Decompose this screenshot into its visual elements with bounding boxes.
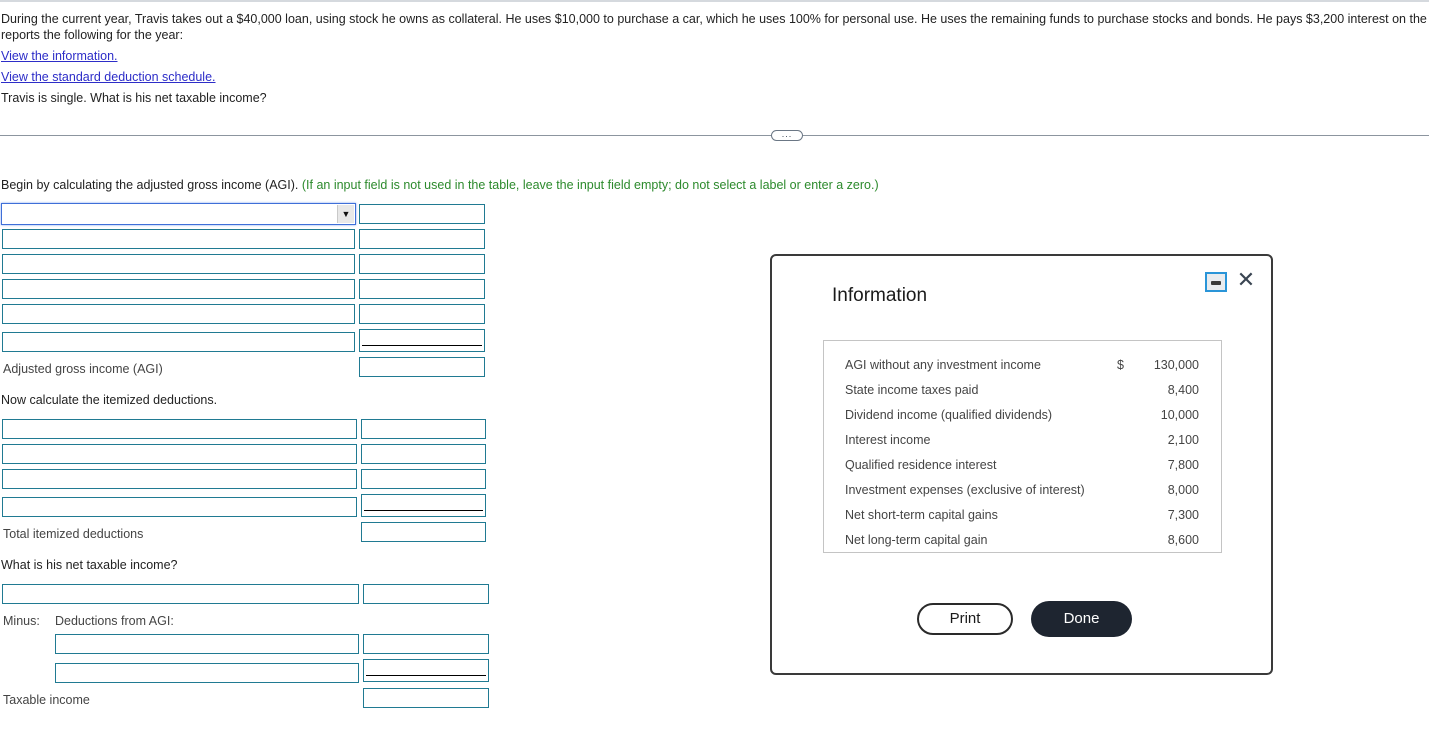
info-row-label: AGI without any investment income: [845, 358, 1041, 372]
done-button[interactable]: Done: [1031, 601, 1132, 637]
info-row-label: Dividend income (qualified dividends): [845, 408, 1053, 422]
question-text: Travis is single. What is his net taxabl…: [1, 91, 267, 105]
taxable-label-input-1[interactable]: [2, 584, 359, 604]
info-row-value: 8,400: [1167, 383, 1199, 397]
dialog-title: Information: [832, 285, 928, 306]
taxable-income-input[interactable]: [363, 688, 489, 708]
itemized-total-label: Total itemized deductions: [3, 527, 144, 541]
taxable-heading: What is his net taxable income?: [1, 558, 178, 572]
close-icon[interactable]: ✕: [1235, 268, 1257, 292]
section-divider: [0, 135, 1429, 136]
itemized-heading: Now calculate the itemized deductions.: [1, 393, 218, 407]
information-dialog: Information ✕ AGI without any investment…: [770, 254, 1273, 675]
view-standard-deduction-link[interactable]: View the standard deduction schedule.: [1, 69, 216, 85]
minus-label: Minus:: [3, 614, 40, 628]
info-row: Net short-term capital gains 7,300: [824, 503, 1221, 528]
agi-amount-input-4[interactable]: [359, 279, 485, 299]
taxable-income-label: Taxable income: [3, 693, 90, 707]
info-row-label: Net short-term capital gains: [845, 508, 998, 522]
info-row-label: Investment expenses (exclusive of intere…: [845, 483, 1085, 497]
agi-label-input-2[interactable]: [2, 229, 355, 249]
info-row-label: Interest income: [845, 433, 931, 447]
agi-label-input-6[interactable]: [2, 332, 355, 352]
print-button[interactable]: Print: [917, 603, 1013, 635]
deduction-amount-input-1[interactable]: [363, 634, 489, 654]
agi-instruction-text: Begin by calculating the adjusted gross …: [1, 178, 299, 192]
problem-text: During the current year, Travis takes ou…: [1, 12, 1429, 26]
info-row-value: 8,000: [1167, 483, 1199, 497]
itemized-total-input[interactable]: [361, 522, 486, 542]
information-table: AGI without any investment income $130,00…: [823, 340, 1222, 553]
info-row: Interest income 2,100: [824, 428, 1221, 453]
view-information-link[interactable]: View the information.: [1, 48, 118, 64]
info-row-value: 2,100: [1167, 433, 1199, 447]
itemized-amount-input-1[interactable]: [361, 419, 486, 439]
itemized-label-input-3[interactable]: [2, 469, 357, 489]
info-row-value: 7,300: [1167, 508, 1199, 522]
itemized-amount-input-4[interactable]: [361, 494, 486, 517]
agi-label-input-4[interactable]: [2, 279, 355, 299]
problem-text-continued: reports the following for the year:: [1, 28, 184, 42]
minimize-bar: [1211, 281, 1221, 285]
info-row: Dividend income (qualified dividends) 10,…: [824, 403, 1221, 428]
info-row-value: 10,000: [1160, 408, 1199, 422]
agi-label-input-3[interactable]: [2, 254, 355, 274]
agi-amount-input-1[interactable]: [359, 204, 485, 224]
info-row-value: 130,000: [1153, 358, 1199, 372]
agi-total-label: Adjusted gross income (AGI): [3, 362, 163, 376]
deduction-amount-input-2[interactable]: [363, 659, 489, 682]
agi-label-dropdown[interactable]: ▼: [1, 203, 356, 225]
agi-amount-input-5[interactable]: [359, 304, 485, 324]
agi-amount-input-3[interactable]: [359, 254, 485, 274]
info-row: Qualified residence interest 7,800: [824, 453, 1221, 478]
agi-hint-text: (If an input field is not used in the ta…: [301, 178, 879, 192]
agi-amount-input-2[interactable]: [359, 229, 485, 249]
info-row-label: State income taxes paid: [845, 383, 979, 397]
agi-instruction: Begin by calculating the adjusted gross …: [1, 177, 879, 193]
info-row-value: 7,800: [1167, 458, 1199, 472]
itemized-label-input-2[interactable]: [2, 444, 357, 464]
agi-label-input-5[interactable]: [2, 304, 355, 324]
info-row: Investment expenses (exclusive of intere…: [824, 478, 1221, 503]
itemized-amount-input-2[interactable]: [361, 444, 486, 464]
dropdown-arrow-icon[interactable]: ▼: [337, 205, 354, 223]
info-row: Net long-term capital gain 8,600: [824, 528, 1221, 553]
agi-total-input[interactable]: [359, 357, 485, 377]
info-row-value: 8,600: [1167, 533, 1199, 547]
info-row-currency: $: [1117, 358, 1124, 372]
deductions-from-agi-label: Deductions from AGI:: [55, 614, 174, 628]
agi-amount-input-6[interactable]: [359, 329, 485, 352]
taxable-amount-input-1[interactable]: [363, 584, 489, 604]
info-row: AGI without any investment income $130,00…: [824, 353, 1221, 378]
deduction-label-input-1[interactable]: [55, 634, 359, 654]
deduction-label-input-2[interactable]: [55, 663, 359, 683]
top-border: [0, 0, 1429, 2]
info-row: State income taxes paid 8,400: [824, 378, 1221, 403]
expand-more-button[interactable]: ...: [771, 130, 803, 141]
info-row-label: Net long-term capital gain: [845, 533, 988, 547]
info-row-label: Qualified residence interest: [845, 458, 997, 472]
itemized-label-input-4[interactable]: [2, 497, 357, 517]
itemized-amount-input-3[interactable]: [361, 469, 486, 489]
itemized-label-input-1[interactable]: [2, 419, 357, 439]
minimize-icon[interactable]: [1205, 272, 1227, 292]
